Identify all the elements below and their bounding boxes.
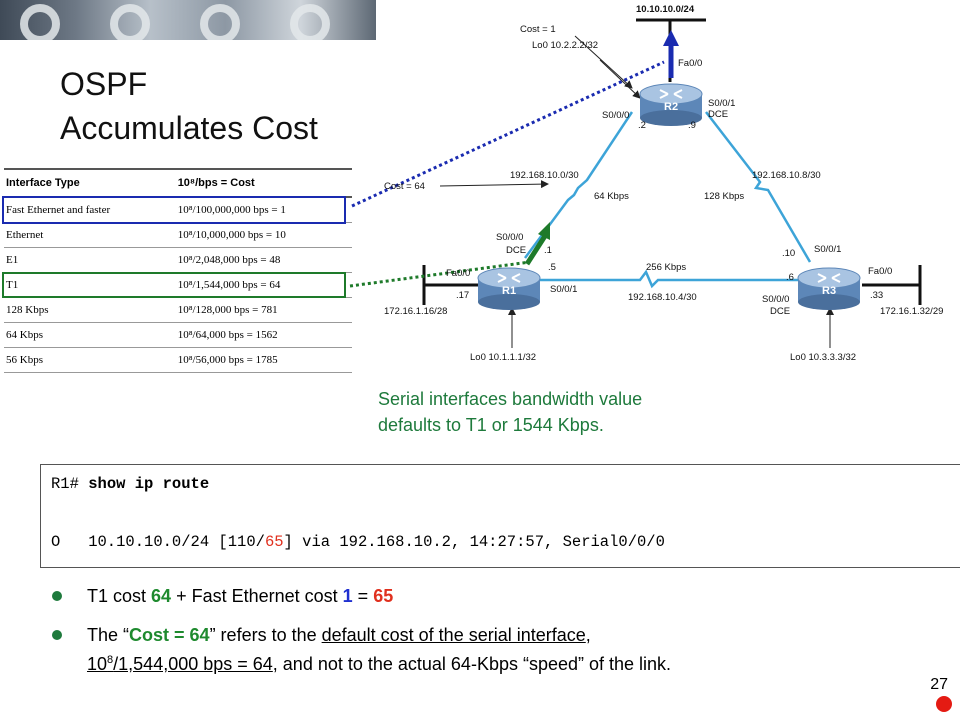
r1-s001-label: S0/0/1	[550, 284, 578, 295]
formula-underlined: 108/1,544,000 bps = 64	[87, 654, 273, 674]
bullet-text: The “	[87, 625, 130, 645]
total-cost-value: 65	[373, 586, 394, 606]
r1-fa-label: Fa0/0	[446, 268, 471, 279]
r3-dce-label: DCE	[770, 306, 791, 317]
r3-s000-label: S0/0/0	[762, 294, 790, 305]
link-r1-r2-bw: 64 Kbps	[594, 191, 629, 202]
formula-base: 10	[87, 654, 108, 674]
bullet-cost-explanation-line2: 108/1,544,000 bps = 64, and not to the a…	[87, 648, 671, 676]
cli-command: show ip route	[88, 475, 210, 493]
r2-ip-right: .9	[688, 120, 696, 131]
bullet-text: =	[352, 586, 374, 606]
link-r1-r3-net: 192.168.10.4/30	[628, 292, 697, 303]
r2-dce-label: DCE	[708, 109, 729, 120]
r3-lo0-label: Lo0 10.3.3.3/32	[790, 352, 857, 363]
cli-command-line: R1# show ip route	[51, 475, 209, 493]
bullet-text: ” refers to the	[209, 625, 322, 645]
router-name: R1	[502, 285, 517, 297]
network-top-label: 10.10.10.0/24	[636, 4, 695, 15]
cli-route-line: O 10.10.10.0/24 [110/65] via 192.168.10.…	[51, 533, 665, 551]
r2-s001-label: S0/0/1	[708, 98, 736, 109]
serial-link-r2-r3	[705, 111, 812, 263]
bullet-cost-sum: T1 cost 64 + Fast Ethernet cost 1 = 65	[87, 584, 393, 608]
r1-ip-dce: .1	[544, 245, 552, 256]
r2-fa-label: Fa0/0	[678, 58, 703, 69]
r1-ip-s001: .5	[548, 262, 556, 273]
r1-s000-label: S0/0/0	[496, 232, 524, 243]
note-line-1: Serial interfaces bandwidth value	[378, 389, 643, 409]
bullet-text: , and not to the actual 64-Kbps “speed” …	[272, 654, 672, 674]
cost-1-label: Cost = 1	[520, 24, 556, 35]
r3-lan-label: 172.16.1.32/29	[880, 306, 944, 317]
cost-arrow-fe-head	[663, 30, 679, 46]
r1-dce-label: DCE	[506, 245, 527, 256]
route-prefix: O 10.10.10.0/24 [110/	[51, 533, 265, 551]
r2-ip-left: .2	[638, 120, 646, 131]
t1-cost-value: 64	[151, 586, 172, 606]
r1-lo0-label: Lo0 10.1.1.1/32	[470, 352, 537, 363]
leader-lo0-r2	[599, 59, 641, 99]
router-r3[interactable]: R3	[797, 266, 861, 310]
cost-64-emphasis: Cost = 64	[129, 625, 210, 645]
route-metric: 65	[264, 533, 284, 551]
link-r2-r3-bw: 128 Kbps	[704, 191, 745, 202]
leader-cost-64	[439, 180, 549, 189]
r1-lan-label: 172.16.1.16/28	[384, 306, 448, 317]
r3-ip-fa: .33	[870, 290, 884, 301]
cli-output-box: R1# show ip route O 10.10.10.0/24 [110/6…	[40, 464, 960, 568]
r3-ip-s000: .6	[786, 272, 794, 283]
cost-64-label: Cost = 64	[384, 181, 425, 192]
cli-prompt: R1#	[51, 475, 79, 493]
bullet-text: + Fast Ethernet cost	[171, 586, 343, 606]
fe-cost-value: 1	[342, 586, 353, 606]
bullet-text: ,	[585, 625, 591, 645]
link-r1-r2-net: 192.168.10.0/30	[510, 170, 579, 181]
router-name: R2	[664, 101, 679, 113]
page-number: 27	[930, 676, 948, 693]
serial-link-r1-r2	[523, 111, 634, 259]
default-cost-underlined: default cost of the serial interface	[321, 625, 586, 645]
r3-ip-s001: .10	[782, 248, 796, 259]
bullet-text: T1 cost	[87, 586, 152, 606]
r2-lo0-label: Lo0 10.2.2.2/32	[532, 40, 599, 51]
bullet-dot	[52, 591, 62, 601]
link-r1-r3-bw: 256 Kbps	[646, 262, 687, 273]
bullet-cost-explanation-line1: The “Cost = 64” refers to the default co…	[87, 623, 591, 647]
router-r1[interactable]: R1	[477, 266, 541, 310]
red-dot-icon	[936, 696, 952, 712]
r2-s000-label: S0/0/0	[602, 110, 630, 121]
formula-rest: /1,544,000 bps = 64	[113, 654, 273, 674]
r3-s001-label: S0/0/1	[814, 244, 842, 255]
r1-ip-fa: .17	[456, 290, 470, 301]
route-suffix: ] via 192.168.10.2, 14:27:57, Serial0/0/…	[283, 533, 665, 551]
note-line-2: defaults to T1 or 1544 Kbps.	[378, 415, 604, 435]
router-name: R3	[822, 285, 837, 297]
serial-bandwidth-note: Serial interfaces bandwidth value defaul…	[378, 386, 758, 438]
serial-link-r1-r3	[540, 269, 800, 289]
r3-fa-label: Fa0/0	[868, 266, 893, 277]
bullet-dot	[52, 630, 62, 640]
link-r2-r3-net: 192.168.10.8/30	[752, 170, 821, 181]
